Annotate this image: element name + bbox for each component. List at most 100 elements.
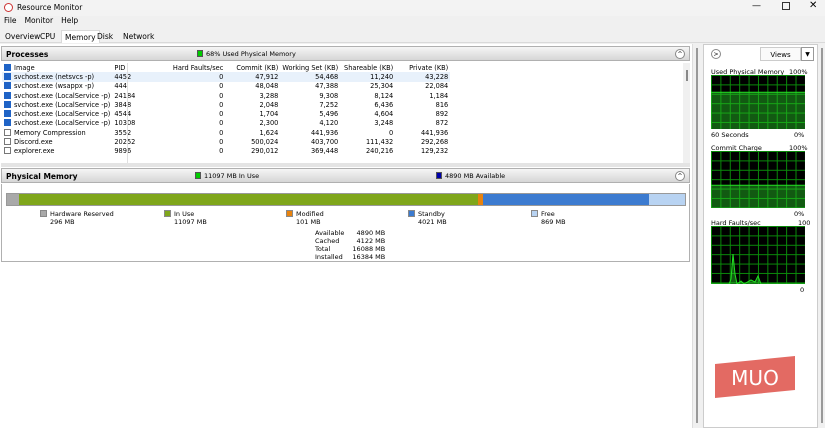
bar-segment-in-use xyxy=(19,194,479,205)
column-header-commit-kb[interactable]: Commit (KB) xyxy=(225,63,280,72)
table-row[interactable]: svchost.exe (LocalService -p) 3848 0 2,048 7… xyxy=(2,100,450,109)
tab-disk[interactable]: Disk xyxy=(94,30,116,43)
tab-network[interactable]: Network xyxy=(120,30,157,43)
menu-help[interactable]: Help xyxy=(61,16,78,25)
column-header-private-kb[interactable]: Private (KB) xyxy=(395,63,450,72)
cell-text: 7,252 xyxy=(319,100,339,109)
cell-text: explorer.exe xyxy=(14,147,55,156)
cell-text: 4544 xyxy=(114,110,132,119)
summary-value: 16384 MB xyxy=(352,253,386,261)
collapse-physical-memory-button[interactable]: ^ xyxy=(675,171,685,181)
cell-text: 4,120 xyxy=(319,119,339,128)
summary-label: Cached xyxy=(315,237,340,245)
close-button[interactable]: ✕ xyxy=(809,0,817,11)
cell-text: 111,432 xyxy=(365,138,394,147)
table-row[interactable]: svchost.exe (LocalService -p) 10308 0 2,300… xyxy=(2,119,450,128)
bar-segment-standby xyxy=(482,194,649,205)
bar-segment-free xyxy=(649,194,685,205)
table-cell: Memory Compression xyxy=(2,128,112,137)
column-header-hard-faults-sec[interactable]: Hard Faults/sec xyxy=(137,63,225,72)
cell-text: 403,700 xyxy=(310,138,339,147)
select-all-checkbox[interactable] xyxy=(4,63,11,71)
process-checkbox[interactable] xyxy=(4,100,11,108)
table-cell: 4544 xyxy=(112,109,137,118)
cell-text: 9896 xyxy=(114,147,132,156)
table-cell: 0 xyxy=(137,147,225,156)
processes-header[interactable]: Processes 68% Used Physical Memory ^ xyxy=(1,46,690,61)
process-checkbox[interactable] xyxy=(4,82,11,90)
table-cell: 2,300 xyxy=(225,119,280,128)
process-checkbox[interactable] xyxy=(4,91,11,99)
table-row[interactable]: svchost.exe (netsvcs -p) 4452 0 47,912 54,46… xyxy=(2,72,451,82)
process-checkbox[interactable] xyxy=(4,138,11,146)
process-checkbox[interactable] xyxy=(4,119,11,127)
physical-memory-header[interactable]: Physical Memory 11097 MB In Use 4890 MB … xyxy=(1,168,690,183)
cell-text: 4,604 xyxy=(374,110,394,119)
table-cell: 11,240 xyxy=(340,72,396,82)
summary-label: Total xyxy=(315,245,331,253)
app-icon xyxy=(4,3,13,12)
cell-text: 4452 xyxy=(114,72,132,81)
table-cell: 48,048 xyxy=(225,82,280,91)
table-cell: 8,124 xyxy=(340,91,395,100)
table-cell: 0 xyxy=(137,100,225,109)
scroll-thumb[interactable] xyxy=(685,70,688,81)
legend-in-use: In Use 11097 MB xyxy=(164,210,207,226)
column-header-shareable-kb[interactable]: Shareable (KB) xyxy=(340,63,395,72)
table-row[interactable]: Memory Compression 3552 0 1,624 441,936 0 441,… xyxy=(2,128,450,137)
cell-text: 1,624 xyxy=(259,128,279,137)
processes-table: Image PID Hard Faults/sec Commit (KB) Workin… xyxy=(2,63,451,156)
side-scrollbar[interactable] xyxy=(818,44,825,428)
process-checkbox[interactable] xyxy=(4,110,11,118)
memory-summary: Available 4890 MB Cached 4122 MB Total 16088 … xyxy=(313,229,387,261)
views-button[interactable]: Views xyxy=(760,47,801,61)
memory-usage-bar xyxy=(6,193,686,206)
cell-text: svchost.exe (LocalService -p) xyxy=(14,91,111,100)
table-row[interactable]: svchost.exe (LocalService -p) 24184 0 3,288… xyxy=(2,91,450,100)
cell-text: 5,496 xyxy=(319,110,339,119)
minimize-button[interactable]: — xyxy=(752,1,761,11)
processes-scrollbar[interactable] xyxy=(683,63,690,163)
process-checkbox[interactable] xyxy=(4,72,11,80)
cell-text: 0 xyxy=(219,72,224,81)
summary-row: Cached 4122 MB xyxy=(313,237,387,245)
table-cell: svchost.exe (wsappx -p) xyxy=(2,82,112,91)
maximize-button[interactable] xyxy=(782,2,790,10)
table-row[interactable]: explorer.exe 9896 0 290,012 369,448 240,216 12… xyxy=(2,147,450,156)
muo-watermark-logo: MUO xyxy=(715,356,795,398)
table-cell: 0 xyxy=(137,137,225,146)
column-header-image[interactable]: Image xyxy=(2,63,112,72)
cell-text: 444 xyxy=(114,82,127,91)
collapse-processes-button[interactable]: ^ xyxy=(675,49,685,59)
cell-text: svchost.exe (LocalService -p) xyxy=(14,100,111,109)
table-row[interactable]: Discord.exe 20252 0 500,024 403,700 111,432 29… xyxy=(2,137,450,146)
legend-free: Free 869 MB xyxy=(531,210,566,226)
cell-text: 6,436 xyxy=(374,100,394,109)
expand-panel-button[interactable]: > xyxy=(711,49,721,59)
menu-monitor[interactable]: Monitor xyxy=(25,16,54,25)
main-scrollbar[interactable] xyxy=(692,44,700,428)
tab-cpu[interactable]: CPU xyxy=(37,30,58,43)
table-cell: 441,936 xyxy=(280,128,340,137)
table-row[interactable]: svchost.exe (LocalService -p) 4544 0 1,704 5… xyxy=(2,109,450,118)
table-cell: 2,048 xyxy=(225,100,280,109)
column-divider xyxy=(127,63,128,163)
used-memory-text: 68% Used Physical Memory xyxy=(206,50,296,58)
table-cell: 0 xyxy=(137,109,225,118)
menu-file[interactable]: File xyxy=(4,16,17,25)
views-dropdown-arrow[interactable]: ▼ xyxy=(801,47,814,61)
cell-text: Memory Compression xyxy=(14,128,86,137)
column-header-working-set-kb[interactable]: Working Set (KB) xyxy=(280,63,340,72)
table-cell: 20252 xyxy=(112,137,137,146)
column-header-pid[interactable]: PID xyxy=(112,63,137,72)
table-row[interactable]: svchost.exe (wsappx -p) 444 0 48,048 47,388 2… xyxy=(2,82,450,91)
cell-text: 0 xyxy=(219,110,224,119)
legend-swatch xyxy=(286,210,293,217)
table-cell: 24184 xyxy=(112,91,137,100)
process-checkbox[interactable] xyxy=(4,128,11,136)
table-cell: 3,248 xyxy=(340,119,395,128)
cell-text: 22,084 xyxy=(425,82,449,91)
cell-text: svchost.exe (netsvcs -p) xyxy=(14,72,95,81)
summary-label: Available xyxy=(315,229,345,237)
process-checkbox[interactable] xyxy=(4,147,11,155)
